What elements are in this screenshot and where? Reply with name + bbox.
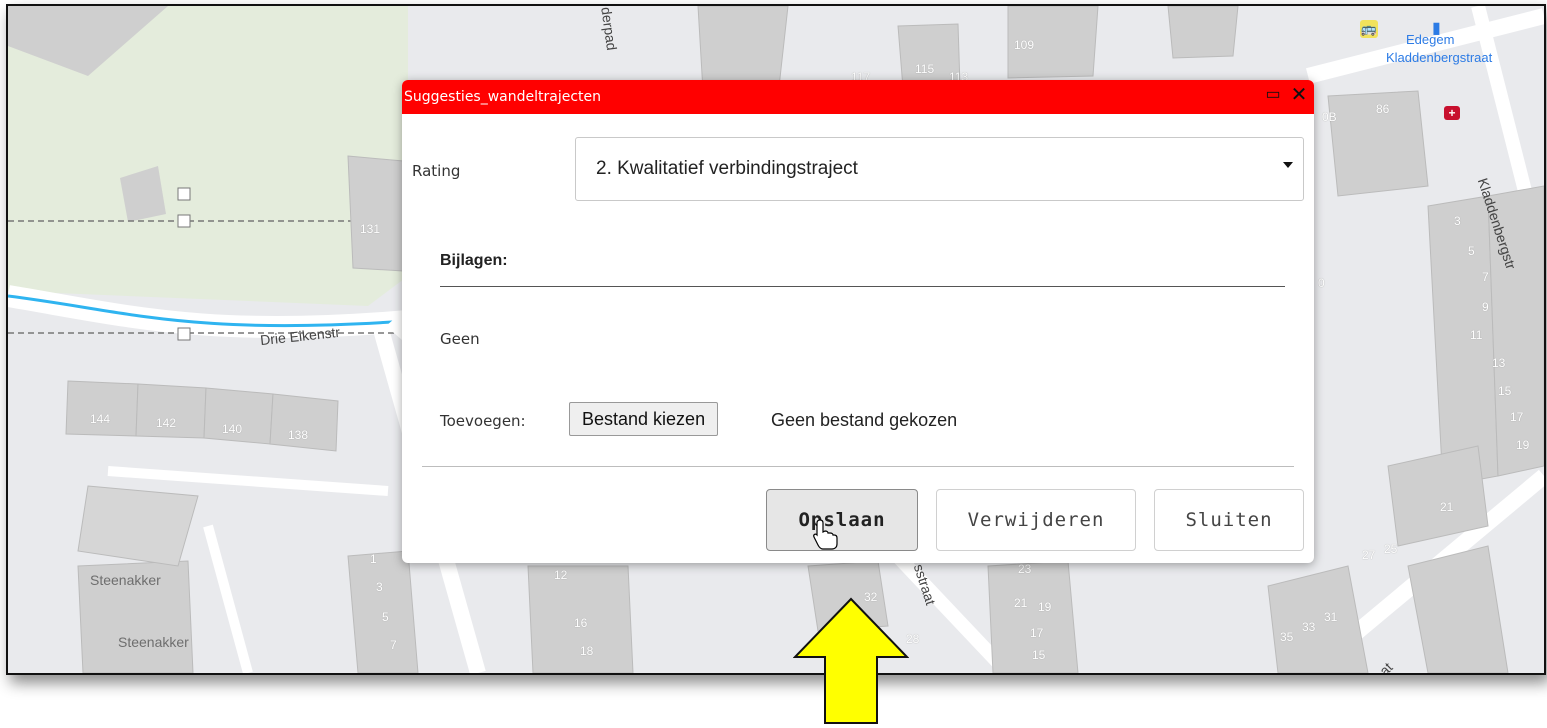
- file-status: Geen bestand gekozen: [771, 410, 958, 430]
- house-number: 19: [1516, 438, 1530, 452]
- house-number: 140: [222, 422, 243, 436]
- house-number: 35: [1280, 630, 1294, 644]
- attachments-heading: Bijlagen:: [440, 252, 508, 269]
- house-number: 17: [1510, 410, 1524, 424]
- close-button-label: Sluiten: [1185, 509, 1273, 531]
- house-number: 17: [1030, 626, 1044, 640]
- rating-label: Rating: [412, 162, 461, 180]
- house-number: 7: [1482, 270, 1489, 284]
- pharmacy-icon[interactable]: +: [1444, 106, 1460, 120]
- divider: [422, 466, 1294, 467]
- house-number: 15: [1498, 384, 1512, 398]
- bus-icon[interactable]: ▮: [1432, 18, 1441, 38]
- close-icon[interactable]: ✕: [1290, 85, 1308, 105]
- house-number: 144: [90, 412, 111, 426]
- house-number: 23: [1018, 562, 1032, 576]
- attachments-empty: Geen: [440, 330, 480, 348]
- house-number: 86: [1376, 102, 1390, 116]
- house-number: 11: [1470, 328, 1483, 342]
- house-number: 3: [376, 580, 383, 594]
- house-number: 21: [1014, 596, 1028, 610]
- house-number: 131: [360, 222, 381, 236]
- house-number: 21: [1440, 500, 1454, 514]
- delete-button[interactable]: Verwijderen: [936, 489, 1136, 551]
- divider: [440, 286, 1285, 287]
- house-number: 15: [1032, 648, 1046, 662]
- house-number: 27: [1362, 548, 1376, 562]
- house-number: 31: [1324, 610, 1338, 624]
- house-number: 138: [288, 428, 309, 442]
- house-number: 3: [1454, 214, 1461, 228]
- house-number: 115: [915, 62, 935, 76]
- house-number: 16: [574, 616, 588, 630]
- house-number: 19: [1038, 600, 1052, 614]
- save-button[interactable]: Opslaan: [766, 489, 918, 551]
- house-number: 0: [1318, 276, 1325, 290]
- arrow-up-icon: [793, 597, 909, 724]
- chevron-down-icon: [1283, 162, 1293, 168]
- hand-cursor-icon: [813, 519, 838, 550]
- house-number: 18: [580, 644, 594, 658]
- house-number: 109: [1014, 38, 1035, 52]
- house-number: 0B: [1322, 110, 1337, 124]
- house-number: 142: [156, 416, 177, 430]
- house-number: 13: [1492, 356, 1506, 370]
- house-number: 33: [1302, 620, 1316, 634]
- house-number: 12: [554, 568, 568, 582]
- dialog-title: Suggesties_wandeltrajecten: [404, 89, 602, 105]
- maximize-icon[interactable]: ▭: [1264, 86, 1282, 104]
- close-button[interactable]: Sluiten: [1154, 489, 1304, 551]
- dialog-pointer: [386, 312, 402, 340]
- bus-stop-icon[interactable]: 🚌: [1360, 20, 1378, 38]
- stop-label: Edegem: [1406, 32, 1455, 47]
- delete-button-label: Verwijderen: [967, 509, 1105, 531]
- feature-dialog: Suggesties_wandeltrajecten ▭ ✕ Rating 2.…: [402, 80, 1314, 563]
- house-number: 25: [1384, 542, 1398, 556]
- house-number: 7: [390, 638, 397, 652]
- rating-select[interactable]: 2. Kwalitatief verbindingstraject: [575, 137, 1304, 201]
- street-label: Steenakker: [90, 572, 161, 588]
- street-label: Steenakker: [118, 634, 189, 650]
- house-number: 9: [1482, 300, 1489, 314]
- house-number: 5: [382, 610, 389, 624]
- house-number: 5: [1468, 244, 1475, 258]
- rating-value: 2. Kwalitatief verbindingstraject: [596, 158, 858, 179]
- house-number: 1: [370, 552, 377, 566]
- stop-label: Kladdenbergstraat: [1386, 50, 1493, 65]
- choose-file-button[interactable]: Bestand kiezen: [569, 402, 719, 436]
- dialog-titlebar[interactable]: Suggesties_wandeltrajecten ▭ ✕: [402, 80, 1314, 114]
- add-attachment-label: Toevoegen:: [440, 412, 526, 430]
